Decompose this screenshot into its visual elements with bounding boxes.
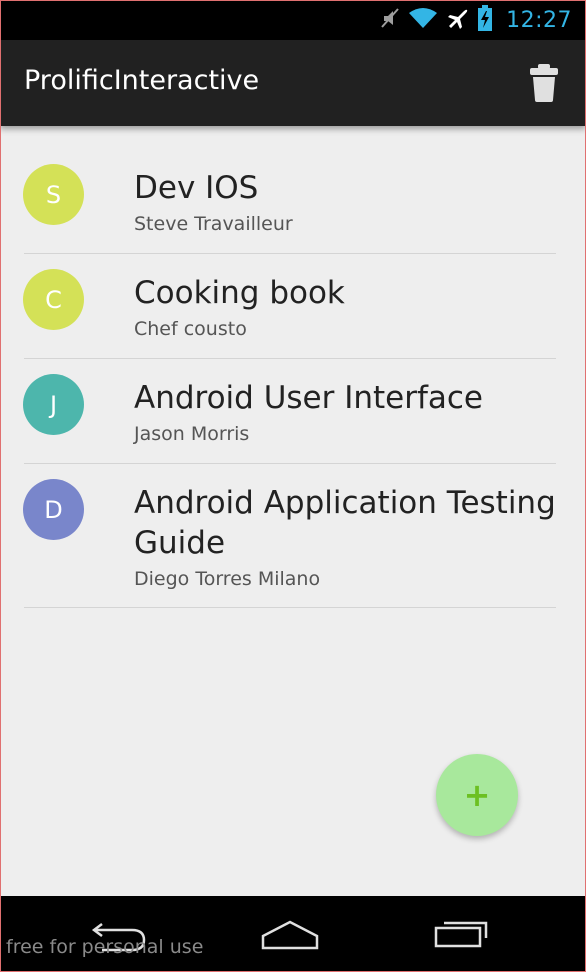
item-subtitle: Steve Travailleur (134, 213, 293, 235)
action-bar: ProlificInteractive (0, 40, 586, 126)
battery-charging-icon (478, 5, 493, 35)
item-title: Dev IOS (134, 170, 259, 206)
recent-apps-button[interactable] (432, 914, 492, 958)
list-item[interactable]: D Android Application Testing Guide Dieg… (0, 464, 586, 608)
home-button[interactable] (260, 914, 320, 958)
recent-apps-icon (432, 921, 492, 958)
mute-icon (380, 7, 400, 33)
book-list: S Dev IOS Steve Travailleur C Cooking bo… (0, 126, 586, 608)
app-title: ProlificInteractive (24, 65, 260, 96)
item-title: Android Application Testing Guide (134, 485, 556, 561)
watermark-text: free for personal use (6, 936, 204, 958)
status-icons: 12:27 (380, 5, 572, 35)
divider (24, 607, 556, 608)
status-bar: 12:27 (0, 0, 586, 40)
avatar: J (23, 374, 84, 435)
item-subtitle: Diego Torres Milano (134, 568, 321, 590)
delete-button[interactable] (528, 62, 560, 104)
avatar: D (23, 479, 84, 540)
list-item[interactable]: S Dev IOS Steve Travailleur (0, 126, 586, 254)
item-subtitle: Chef cousto (134, 318, 247, 340)
avatar: C (23, 269, 84, 330)
status-clock: 12:27 (506, 7, 572, 33)
list-item[interactable]: C Cooking book Chef cousto (0, 254, 586, 359)
avatar: S (23, 164, 84, 225)
item-subtitle: Jason Morris (134, 423, 250, 445)
add-button[interactable]: + (436, 754, 518, 836)
plus-icon: + (463, 776, 491, 814)
item-title: Cooking book (134, 275, 345, 311)
wifi-icon (408, 7, 438, 33)
airplane-icon (446, 7, 470, 33)
list-item[interactable]: J Android User Interface Jason Morris (0, 359, 586, 464)
home-icon (260, 920, 320, 958)
item-title: Android User Interface (134, 380, 484, 416)
navigation-bar (0, 896, 586, 972)
trash-icon (528, 64, 560, 108)
